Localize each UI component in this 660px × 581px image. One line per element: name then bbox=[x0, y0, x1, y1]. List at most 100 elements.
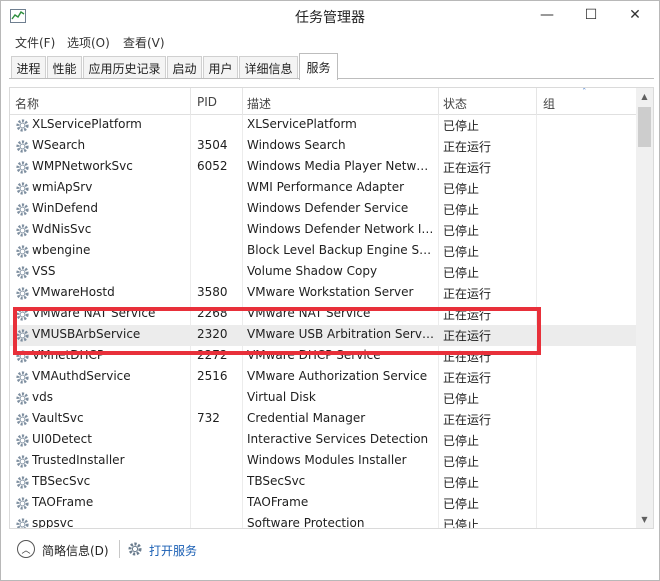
table-row[interactable]: VMware NAT Service 2268 VMware NAT Service… bbox=[10, 304, 636, 325]
tab-app-history[interactable]: 应用历史记录 bbox=[83, 56, 166, 79]
tab-startup[interactable]: 启动 bbox=[167, 56, 202, 79]
tab-performance[interactable]: 性能 bbox=[47, 56, 82, 79]
table-row[interactable]: TrustedInstaller Windows Modules Installe… bbox=[10, 451, 636, 472]
service-name: VSS bbox=[32, 264, 56, 278]
tab-services[interactable]: 服务 bbox=[299, 53, 338, 80]
table-row[interactable]: wbengine Block Level Backup Engine Se… 已停止 bbox=[10, 241, 636, 262]
scroll-down-icon[interactable]: ▼ bbox=[636, 511, 653, 528]
fewer-details-button[interactable]: 简略信息(D) bbox=[42, 542, 109, 559]
table-body: XLServicePlatform XLServicePlatform 已停止 WSe… bbox=[10, 115, 636, 528]
service-name: vds bbox=[32, 390, 53, 404]
tab-bar: 进程 性能 应用历史记录 启动 用户 详细信息 服务 bbox=[1, 53, 659, 80]
table-row[interactable]: VMAuthdService 2516 VMware Authorization S… bbox=[10, 367, 636, 388]
service-gear-icon bbox=[16, 518, 29, 528]
menu-file[interactable]: 文件(F) bbox=[15, 34, 55, 51]
service-status: 已停止 bbox=[443, 245, 480, 259]
table-row[interactable]: WinDefend Windows Defender Service 已停止 bbox=[10, 199, 636, 220]
fewer-details-icon[interactable]: ︿ bbox=[17, 540, 35, 558]
service-status: 正在运行 bbox=[443, 413, 492, 427]
table-row[interactable]: VSS Volume Shadow Copy 已停止 bbox=[10, 262, 636, 283]
service-description: TAOFrame bbox=[247, 495, 309, 509]
column-divider[interactable] bbox=[438, 88, 439, 115]
column-header-status[interactable]: 状态 bbox=[443, 95, 467, 112]
service-status: 正在运行 bbox=[443, 140, 492, 154]
column-divider[interactable] bbox=[536, 88, 537, 115]
service-description: Windows Search bbox=[247, 138, 346, 152]
service-description: Windows Modules Installer bbox=[247, 453, 407, 467]
service-pid: 732 bbox=[197, 411, 220, 425]
service-name: VMUSBArbService bbox=[32, 327, 141, 341]
scroll-up-icon[interactable]: ▲ bbox=[636, 88, 653, 105]
table-row[interactable]: VMUSBArbService 2320 VMware USB Arbitratio… bbox=[10, 325, 636, 346]
column-header-description[interactable]: 描述 bbox=[247, 95, 271, 112]
service-description: VMware DHCP Service bbox=[247, 348, 381, 362]
table-row[interactable]: sppsvc Software Protection 已停止 bbox=[10, 514, 636, 528]
service-gear-icon bbox=[16, 455, 29, 468]
sort-indicator-icon: ˆ bbox=[582, 88, 587, 98]
vertical-scrollbar[interactable]: ▲ ▼ bbox=[636, 88, 653, 528]
minimize-button[interactable]: — bbox=[525, 1, 569, 29]
open-services-link[interactable]: 打开服务 bbox=[149, 542, 197, 559]
column-divider[interactable] bbox=[190, 88, 191, 115]
service-name: wbengine bbox=[32, 243, 91, 257]
service-name: VMware NAT Service bbox=[32, 306, 156, 320]
column-header-pid[interactable]: PID bbox=[197, 95, 217, 109]
table-row[interactable]: TAOFrame TAOFrame 已停止 bbox=[10, 493, 636, 514]
table-row[interactable]: vds Virtual Disk 已停止 bbox=[10, 388, 636, 409]
service-status: 已停止 bbox=[443, 434, 480, 448]
title-bar[interactable]: 任务管理器 — ☐ ✕ bbox=[1, 1, 659, 31]
service-description: Volume Shadow Copy bbox=[247, 264, 378, 278]
service-status: 已停止 bbox=[443, 203, 480, 217]
service-description: Windows Defender Network I… bbox=[247, 222, 434, 236]
service-gear-icon bbox=[16, 434, 29, 447]
service-gear-icon bbox=[16, 350, 29, 363]
service-name: sppsvc bbox=[32, 516, 74, 528]
table-row[interactable]: WMPNetworkSvc 6052 Windows Media Player Ne… bbox=[10, 157, 636, 178]
service-gear-icon bbox=[16, 287, 29, 300]
tab-processes[interactable]: 进程 bbox=[11, 56, 46, 79]
service-status: 正在运行 bbox=[443, 371, 492, 385]
table-row[interactable]: VMwareHostd 3580 VMware Workstation Server… bbox=[10, 283, 636, 304]
service-gear-icon bbox=[16, 140, 29, 153]
service-name: TBSecSvc bbox=[32, 474, 91, 488]
table-row[interactable]: VMnetDHCP 2272 VMware DHCP Service 正在运行 bbox=[10, 346, 636, 367]
service-description: VMware USB Arbitration Serv… bbox=[247, 327, 434, 341]
service-description: TBSecSvc bbox=[247, 474, 306, 488]
service-status: 已停止 bbox=[443, 518, 480, 528]
tab-details[interactable]: 详细信息 bbox=[239, 56, 298, 79]
menu-view[interactable]: 查看(V) bbox=[123, 34, 165, 51]
column-header-name[interactable]: 名称 bbox=[15, 95, 39, 112]
column-divider[interactable] bbox=[242, 88, 243, 115]
table-row[interactable]: XLServicePlatform XLServicePlatform 已停止 bbox=[10, 115, 636, 136]
table-header: 名称 PID 描述 状态 组 ˆ bbox=[10, 88, 636, 115]
service-gear-icon bbox=[16, 224, 29, 237]
tab-users[interactable]: 用户 bbox=[203, 56, 238, 79]
service-description: Interactive Services Detection bbox=[247, 432, 429, 446]
table-row[interactable]: WdNisSvc Windows Defender Network I… 已停止 bbox=[10, 220, 636, 241]
service-pid: 3580 bbox=[197, 285, 228, 299]
service-name: UI0Detect bbox=[32, 432, 92, 446]
close-button[interactable]: ✕ bbox=[613, 1, 657, 29]
service-gear-icon bbox=[16, 119, 29, 132]
service-status: 已停止 bbox=[443, 476, 480, 490]
table-row[interactable]: VaultSvc 732 Credential Manager 正在运行 bbox=[10, 409, 636, 430]
service-description: VMware Workstation Server bbox=[247, 285, 414, 299]
table-row[interactable]: WSearch 3504 Windows Search 正在运行 bbox=[10, 136, 636, 157]
menu-bar: 文件(F) 选项(O) 查看(V) bbox=[1, 31, 659, 53]
service-gear-icon bbox=[16, 476, 29, 489]
service-name: wmiApSrv bbox=[32, 180, 93, 194]
service-pid: 2272 bbox=[197, 348, 228, 362]
service-pid: 2516 bbox=[197, 369, 228, 383]
column-header-group[interactable]: 组 bbox=[543, 95, 555, 112]
maximize-button[interactable]: ☐ bbox=[569, 1, 613, 29]
table-row[interactable]: wmiApSrv WMI Performance Adapter 已停止 bbox=[10, 178, 636, 199]
table-row[interactable]: TBSecSvc TBSecSvc 已停止 bbox=[10, 472, 636, 493]
service-gear-icon bbox=[16, 182, 29, 195]
scrollbar-thumb[interactable] bbox=[638, 107, 651, 147]
service-pid: 3504 bbox=[197, 138, 228, 152]
service-name: WMPNetworkSvc bbox=[32, 159, 133, 173]
service-status: 已停止 bbox=[443, 182, 480, 196]
menu-options[interactable]: 选项(O) bbox=[67, 34, 110, 51]
table-row[interactable]: UI0Detect Interactive Services Detection 已… bbox=[10, 430, 636, 451]
service-status: 正在运行 bbox=[443, 161, 492, 175]
